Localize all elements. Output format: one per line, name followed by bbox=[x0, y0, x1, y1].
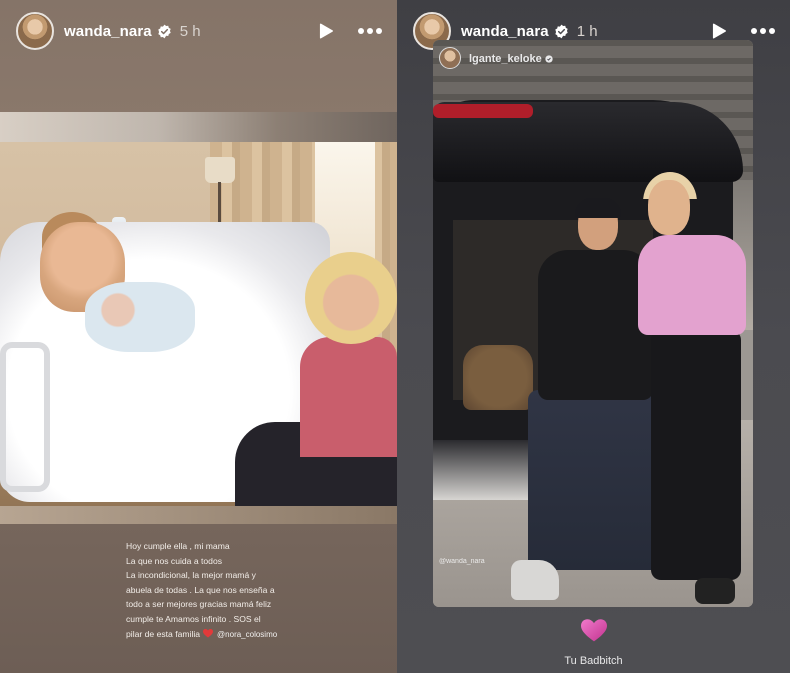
story-caption: Tu Badbitch bbox=[564, 655, 623, 667]
verified-icon bbox=[158, 24, 171, 38]
heart-emoji-icon bbox=[203, 628, 214, 638]
story-right[interactable]: wanda_nara 1 h @wanda_nara lgante_keloke… bbox=[397, 0, 790, 673]
caption-line: La que nos cuida a todos bbox=[126, 555, 223, 566]
more-icon[interactable] bbox=[750, 27, 776, 35]
reposted-username[interactable]: lgante_keloke bbox=[469, 53, 553, 65]
caption-line: cumple te Amamos infinito . SOS el bbox=[126, 613, 261, 624]
heart-icon[interactable] bbox=[581, 619, 607, 643]
photo-tag[interactable]: @wanda_nara bbox=[439, 558, 485, 565]
story-left[interactable]: wanda_nara 5 h Hoy cumple ella , mi mama… bbox=[0, 0, 397, 673]
caption-line: abuela de todas . La que nos enseña a bbox=[126, 584, 275, 595]
story-caption: Hoy cumple ella , mi mama La que nos cui… bbox=[126, 539, 286, 642]
story-photo bbox=[0, 112, 397, 524]
avatar[interactable] bbox=[16, 12, 54, 50]
post-time: 5 h bbox=[179, 22, 201, 40]
verified-icon bbox=[545, 55, 553, 63]
verified-icon bbox=[555, 24, 568, 38]
caption-line: Hoy cumple ella , mi mama bbox=[126, 541, 230, 551]
reshared-photo: @wanda_nara bbox=[433, 40, 753, 607]
post-time: 1 h bbox=[576, 22, 598, 40]
play-icon[interactable] bbox=[317, 22, 335, 40]
caption-line: La incondicional, la mejor mamá y bbox=[126, 570, 256, 581]
username[interactable]: wanda_nara bbox=[64, 23, 152, 40]
mention-link[interactable]: @nora_colosimo bbox=[217, 630, 277, 639]
username[interactable]: wanda_nara bbox=[461, 23, 549, 40]
reposted-username-text: lgante_keloke bbox=[469, 53, 542, 65]
caption-line: todo a ser mejores gracias mamá feliz bbox=[126, 599, 272, 610]
caption-last-line: pilar de esta familia @nora_colosimo bbox=[126, 627, 286, 643]
caption-line: pilar de esta familia bbox=[126, 628, 201, 639]
play-icon[interactable] bbox=[710, 22, 728, 40]
story-header: wanda_nara 5 h bbox=[16, 8, 383, 54]
more-icon[interactable] bbox=[357, 27, 383, 35]
reposted-avatar[interactable] bbox=[439, 47, 461, 69]
